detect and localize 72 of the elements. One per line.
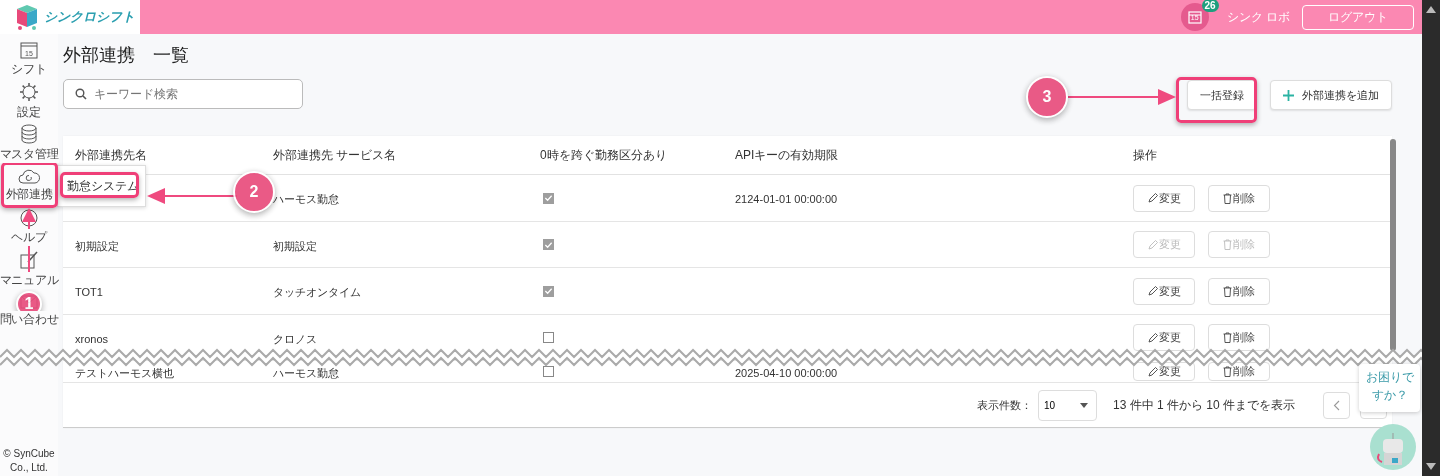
previous-page-button[interactable] (1323, 391, 1350, 419)
robot-avatar-icon[interactable] (1370, 424, 1416, 470)
table-cell: 2124-01-01 00:00:00 (735, 193, 838, 205)
app-logo-text: シンクロシフト (44, 8, 135, 26)
delete-button[interactable]: 削除 (1208, 184, 1270, 212)
table-cell: ハーモス勤怠 (273, 193, 339, 205)
table-cell: xronos (75, 332, 109, 345)
help-tooltip[interactable]: お困りですか？ (1359, 364, 1420, 412)
plus-icon (1283, 89, 1294, 101)
table-scrollbar[interactable] (1390, 139, 1396, 351)
delete-button[interactable]: 削除 (1208, 277, 1270, 305)
table-cell: TOT1 (75, 286, 103, 298)
checkbox[interactable] (543, 192, 554, 204)
delete-button[interactable]: 削除 (1208, 324, 1270, 351)
page-size-select[interactable]: 10 (1037, 389, 1097, 421)
cloud-sync-icon (18, 167, 40, 184)
sidebar-item[interactable]: マスタ管理 (0, 122, 58, 164)
edit-button[interactable]: 変更 (1133, 324, 1195, 351)
page-title: 外部連携 一覧 (63, 44, 190, 67)
edit-button[interactable]: 変更 (1133, 277, 1195, 305)
notification-badge: 26 (1201, 0, 1219, 12)
window-scrollbar[interactable] (1422, 0, 1440, 476)
column-header: 操作 (1133, 146, 1158, 164)
calendar-icon (1187, 10, 1202, 24)
trash-icon (1223, 285, 1232, 297)
trash-icon (1223, 192, 1232, 204)
table-cell: ハーモス勤怠 (273, 366, 339, 379)
help-icon (20, 208, 38, 227)
checkbox[interactable] (543, 285, 554, 297)
step-number-badge: 3 (1026, 76, 1068, 118)
table-cell: タッチオンタイム (273, 286, 361, 298)
dropdown-caret-icon (1079, 402, 1088, 408)
column-header: 0時を跨ぐ勤務区分あり (540, 146, 668, 164)
edit-button[interactable]: 変更 (1133, 362, 1195, 381)
sidebar-item[interactable]: 外部連携 (0, 164, 58, 206)
chevron-left-icon (1333, 399, 1340, 411)
pencil-icon (1147, 366, 1158, 377)
sidebar-item[interactable]: マニュアル (0, 248, 58, 290)
checkbox[interactable] (543, 332, 554, 343)
checkbox[interactable] (543, 239, 554, 250)
sidebar-item[interactable]: 設定 (0, 80, 58, 122)
table-cell: テストハーモス横也 (75, 366, 174, 379)
table-cell: 初期設定 (273, 239, 317, 252)
highlight-frame (1, 162, 58, 208)
delete-button[interactable]: 削除 (1208, 362, 1270, 381)
search-field[interactable]: キーワード検索 (63, 79, 303, 109)
database-icon (20, 123, 38, 144)
notepad-pen-icon (19, 249, 39, 270)
table-cell: クロノス (273, 332, 317, 345)
page-summary: 13 件中 1 件から 10 件までを表示 (1112, 396, 1295, 414)
pencil-icon (1147, 286, 1158, 296)
page-size-label: 表示件数： (976, 397, 1032, 413)
pencil-icon (1147, 193, 1158, 203)
settings-icon (19, 81, 39, 102)
pencil-icon (1147, 239, 1158, 250)
trash-icon (1223, 239, 1232, 250)
trash-icon (1223, 332, 1232, 343)
copyright-text: © SynCube Co., Ltd. (2, 447, 56, 475)
column-header: 外部連携先 サービス名 (273, 146, 398, 164)
search-icon (75, 88, 87, 100)
column-header: 外部連携先名 (75, 146, 148, 164)
pencil-icon (1147, 332, 1158, 343)
edit-button[interactable]: 変更 (1133, 184, 1195, 212)
bulk-register-button[interactable]: 一括登録 (1187, 80, 1257, 110)
table-cell: 2025-04-10 00:00:00 (735, 366, 838, 379)
table-cell: 初期設定 (75, 239, 119, 252)
checkbox[interactable] (543, 366, 554, 377)
user-name: シンク ロボ (1226, 8, 1290, 26)
column-header: APIキーの有効期限 (735, 146, 840, 164)
add-button[interactable]: 外部連携を追加 (1270, 80, 1392, 110)
trash-icon (1223, 366, 1232, 377)
cube-logo-icon (14, 3, 40, 31)
